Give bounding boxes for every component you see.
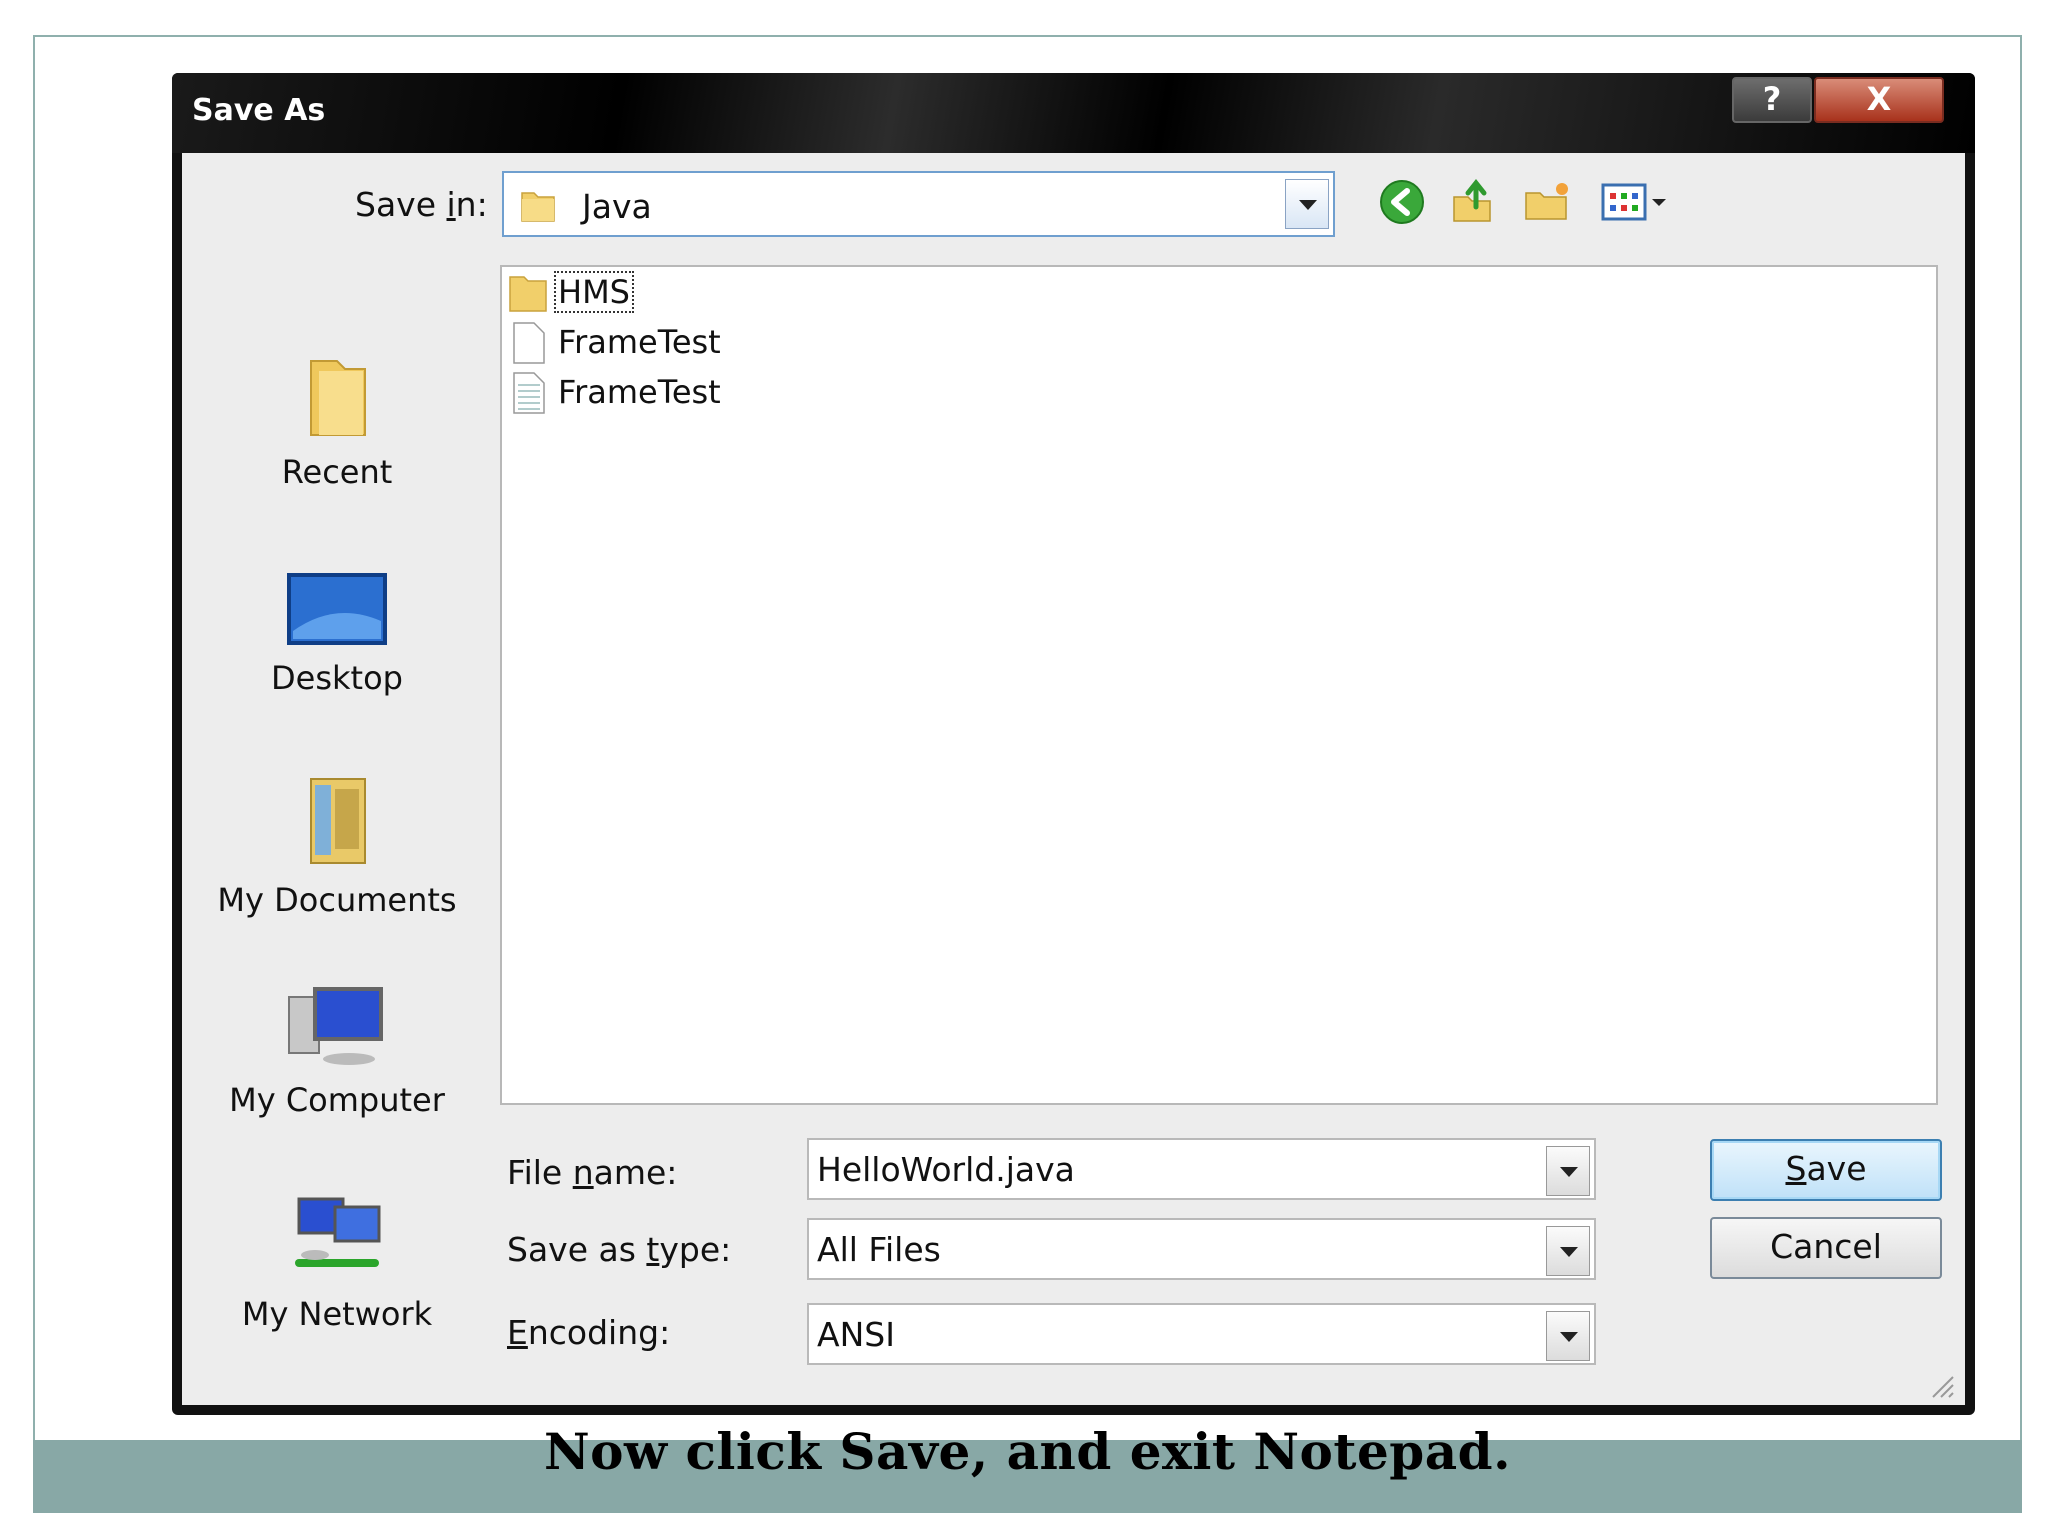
save-in-dropdown-arrow[interactable] bbox=[1285, 179, 1329, 229]
file-name-input[interactable]: HelloWorld.java bbox=[807, 1138, 1596, 1200]
text-file-icon bbox=[513, 372, 545, 414]
save-as-type-value: All Files bbox=[817, 1230, 941, 1269]
back-icon[interactable] bbox=[1377, 177, 1427, 227]
encoding-value: ANSI bbox=[817, 1315, 895, 1354]
file-name-label: File name: bbox=[507, 1153, 678, 1192]
save-as-type-label: Save as type: bbox=[507, 1230, 732, 1269]
recent-folder-icon bbox=[310, 360, 366, 436]
save-as-type-dropdown-arrow[interactable] bbox=[1546, 1226, 1590, 1276]
up-folder-icon[interactable] bbox=[1448, 177, 1498, 227]
place-label: Recent bbox=[281, 453, 393, 491]
place-label: Desktop bbox=[271, 659, 403, 697]
file-name: HMS bbox=[554, 271, 634, 313]
title-bar[interactable]: Save As ? X bbox=[172, 73, 1975, 153]
close-button[interactable]: X bbox=[1814, 77, 1944, 123]
view-menu-icon[interactable] bbox=[1600, 177, 1672, 227]
places-bar: Recent Desktop My Documents My Computer … bbox=[182, 153, 492, 1403]
save-as-type-select[interactable]: All Files bbox=[807, 1218, 1596, 1280]
new-folder-icon[interactable] bbox=[1522, 177, 1572, 227]
folder-icon bbox=[521, 192, 555, 222]
place-my-documents[interactable]: My Documents bbox=[182, 773, 492, 919]
save-in-value: Java bbox=[582, 187, 652, 226]
file-name-value: HelloWorld.java bbox=[817, 1150, 1075, 1189]
folder-icon bbox=[509, 276, 547, 312]
file-list[interactable]: HMS FrameTest FrameTest bbox=[500, 265, 1938, 1105]
save-in-combo[interactable]: Java bbox=[502, 171, 1335, 237]
file-name: FrameTest bbox=[558, 323, 721, 361]
place-my-computer[interactable]: My Computer bbox=[182, 983, 492, 1119]
place-recent[interactable]: Recent bbox=[182, 351, 492, 491]
encoding-dropdown-arrow[interactable] bbox=[1546, 1311, 1590, 1361]
my-network-icon bbox=[295, 1197, 381, 1267]
dialog-client-area: Save in: Java Recent Desktop My Document… bbox=[182, 153, 1965, 1405]
blank-file-icon bbox=[513, 322, 545, 364]
place-label: My Network bbox=[241, 1295, 433, 1333]
cancel-button[interactable]: Cancel bbox=[1710, 1217, 1942, 1279]
place-label: My Computer bbox=[229, 1081, 445, 1119]
place-my-network[interactable]: My Network bbox=[182, 1193, 492, 1333]
save-button[interactable]: Save bbox=[1710, 1139, 1942, 1201]
dialog-title: Save As bbox=[192, 93, 326, 128]
caption-text: Now click Save, and exit Notepad. bbox=[543, 1422, 1512, 1481]
my-documents-icon bbox=[310, 778, 366, 864]
place-desktop[interactable]: Desktop bbox=[182, 571, 492, 697]
resize-grip-icon[interactable] bbox=[1929, 1373, 1955, 1399]
desktop-icon bbox=[287, 573, 387, 645]
place-label: My Documents bbox=[217, 881, 457, 919]
file-name-dropdown-arrow[interactable] bbox=[1546, 1146, 1590, 1196]
help-button[interactable]: ? bbox=[1732, 77, 1812, 123]
encoding-label: Encoding: bbox=[507, 1313, 671, 1352]
save-as-dialog: Save As ? X Save in: Java Recent Desktop… bbox=[172, 73, 1975, 1415]
file-name: FrameTest bbox=[558, 373, 721, 411]
my-computer-icon bbox=[288, 987, 383, 1065]
encoding-select[interactable]: ANSI bbox=[807, 1303, 1596, 1365]
